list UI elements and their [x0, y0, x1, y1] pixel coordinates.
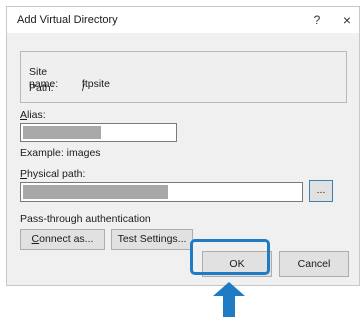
- add-virtual-directory-dialog: Add Virtual Directory ? × Site name: ftp…: [6, 6, 360, 286]
- physical-path-input[interactable]: [20, 182, 303, 202]
- alias-example-text: Example: images: [20, 147, 101, 159]
- close-icon[interactable]: ×: [337, 11, 357, 29]
- physical-path-redacted-value: [23, 185, 168, 199]
- alias-redacted-value: [23, 126, 101, 139]
- path-label: Path:: [29, 82, 54, 94]
- physical-path-label: Physical path:: [20, 168, 86, 180]
- connect-as-button[interactable]: Connect as...: [20, 229, 105, 250]
- test-settings-button[interactable]: Test Settings...: [111, 229, 193, 250]
- pass-through-auth-label: Pass-through authentication: [20, 213, 151, 225]
- pointer-arrow-icon: [213, 282, 245, 317]
- alias-input[interactable]: [20, 123, 177, 142]
- dialog-title: Add Virtual Directory: [17, 14, 118, 26]
- site-info-box: Site name: ftpsite Path: /: [20, 51, 347, 103]
- browse-button[interactable]: ...: [309, 180, 333, 202]
- title-bar: Add Virtual Directory ? ×: [7, 7, 359, 33]
- path-row: Path: /: [29, 82, 85, 94]
- alias-label: Alias:: [20, 109, 46, 121]
- ok-highlight-frame: [190, 239, 270, 275]
- site-name-value: ftpsite: [81, 78, 110, 90]
- cancel-button[interactable]: Cancel: [279, 251, 349, 277]
- help-icon[interactable]: ?: [307, 11, 327, 29]
- path-value: /: [81, 82, 85, 94]
